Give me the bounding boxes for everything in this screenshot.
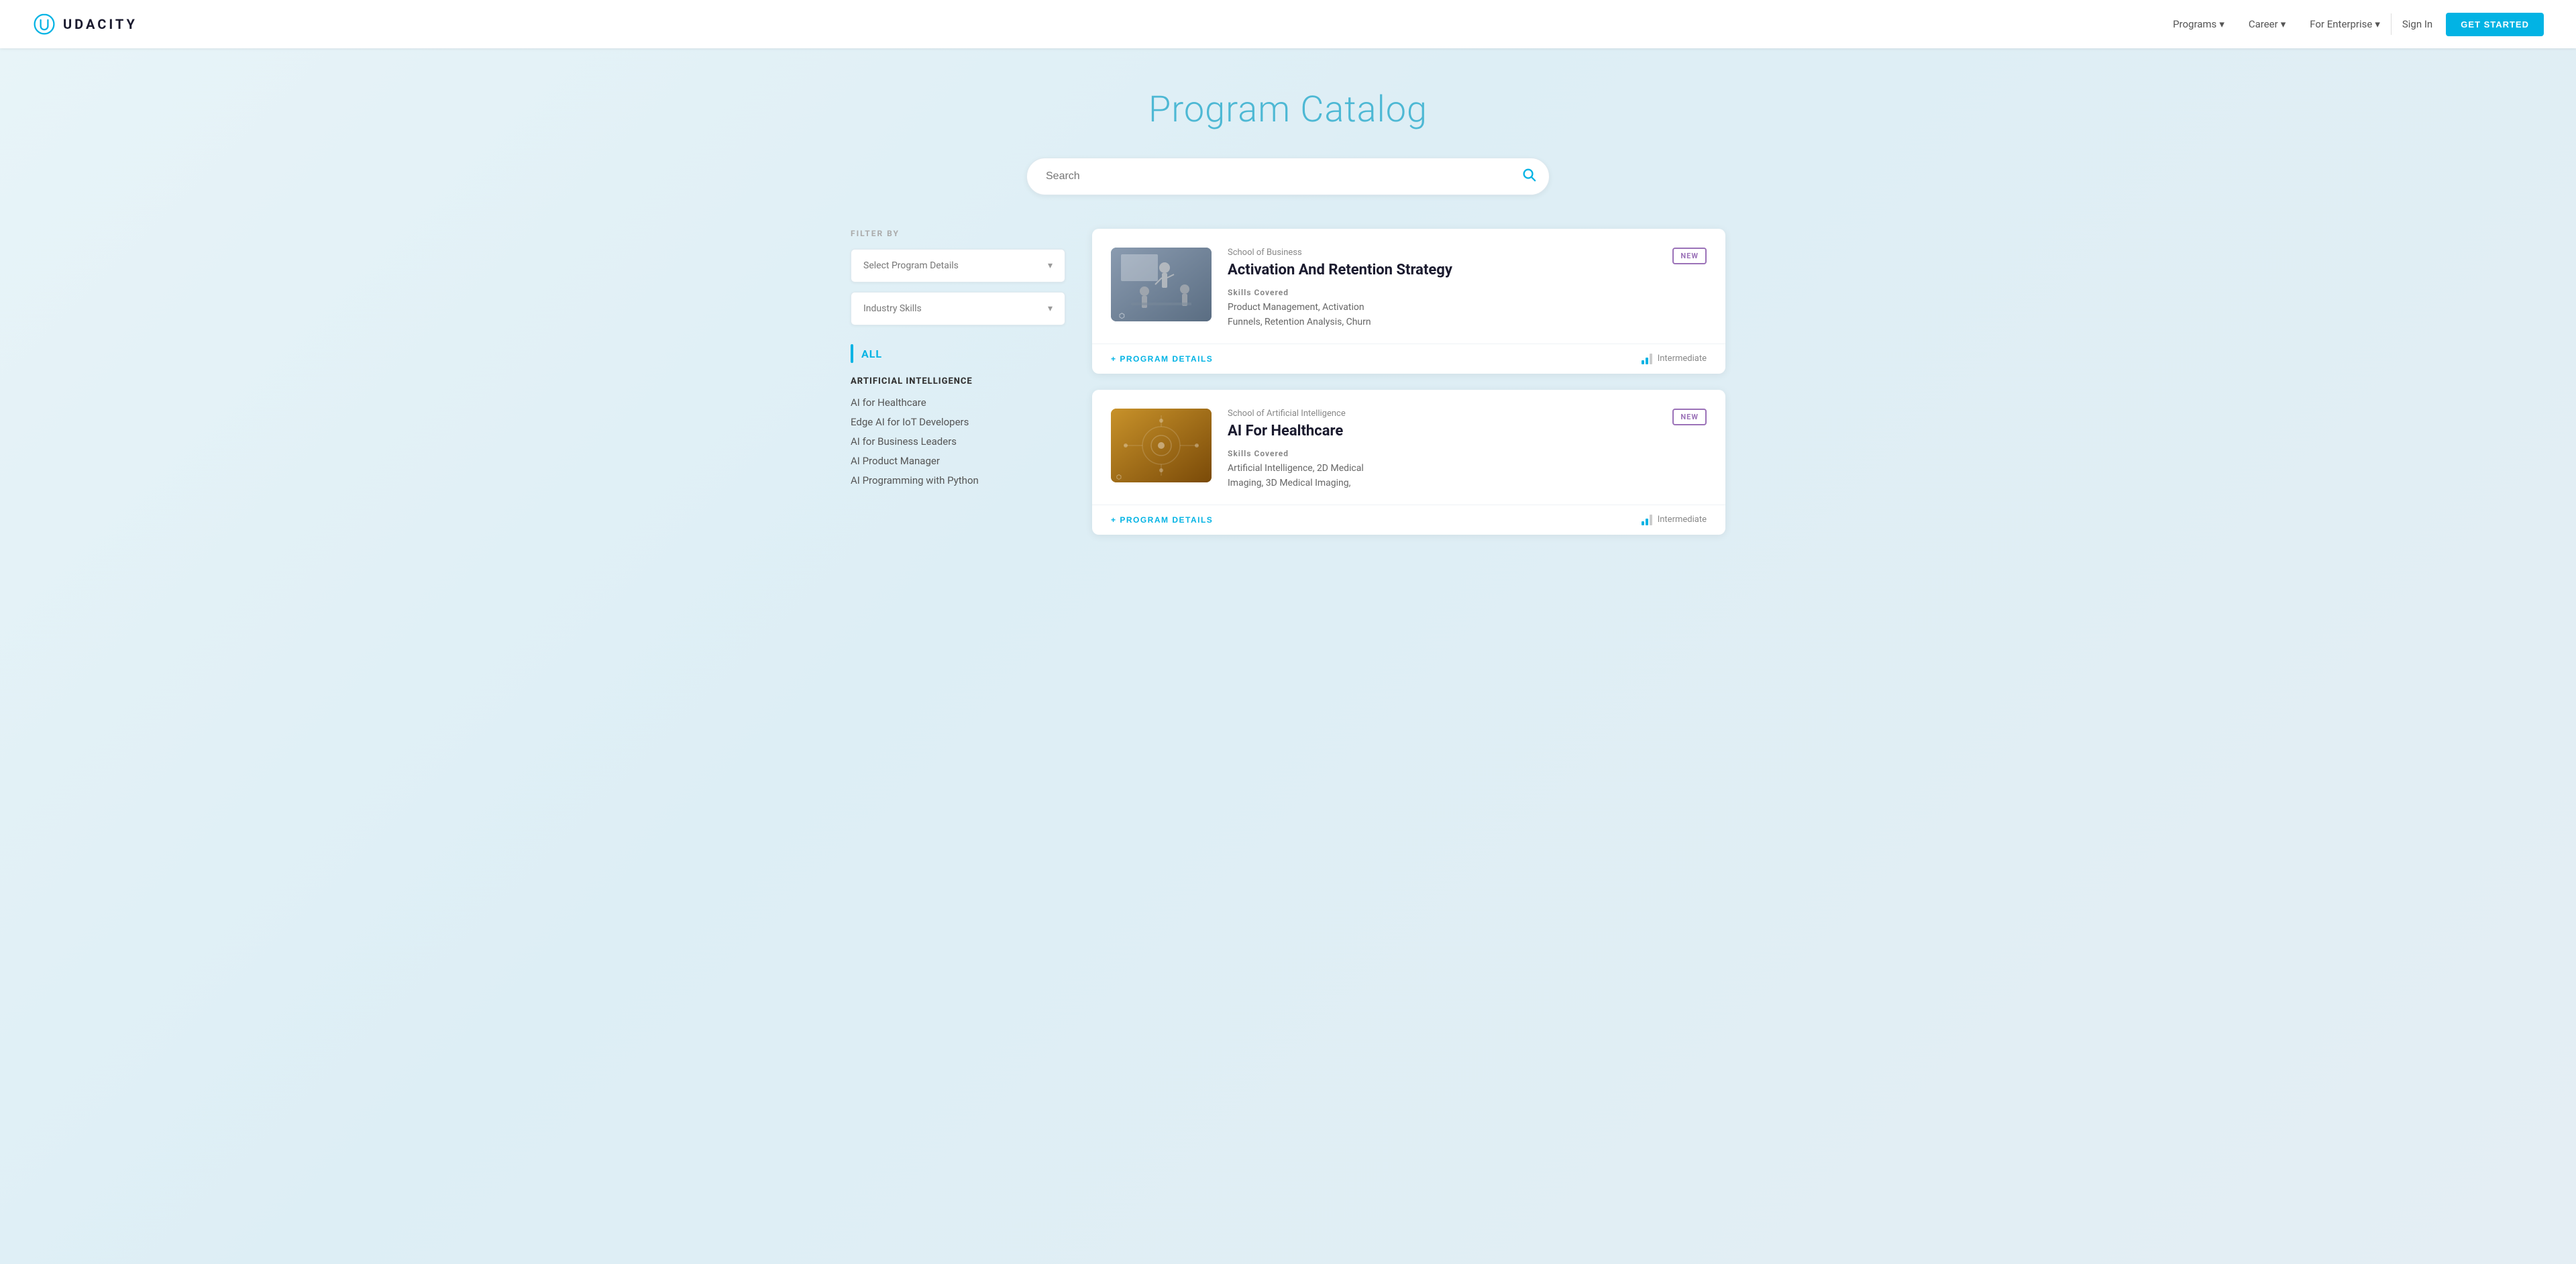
chevron-down-icon: ▾ bbox=[2375, 18, 2380, 30]
level-text: Intermediate bbox=[1658, 354, 1707, 364]
card-title: Activation And Retention Strategy bbox=[1228, 262, 1656, 278]
new-badge: NEW bbox=[1672, 248, 1707, 264]
svg-text:⬡: ⬡ bbox=[1116, 474, 1122, 481]
chevron-down-icon: ▾ bbox=[1048, 260, 1053, 271]
list-item[interactable]: AI Programming with Python bbox=[851, 474, 1065, 486]
card-thumbnail: ⬡ bbox=[1111, 409, 1212, 482]
program-details-button[interactable]: + PROGRAM DETAILS bbox=[1111, 354, 1213, 364]
logo-text: UDACITY bbox=[63, 16, 138, 32]
program-details-label: Select Program Details bbox=[863, 260, 959, 271]
card-skills-text: Artificial Intelligence, 2D MedicalImagi… bbox=[1228, 461, 1656, 491]
card-title: AI For Healthcare bbox=[1228, 423, 1656, 439]
level-indicator: Intermediate bbox=[1642, 515, 1707, 525]
card-info: School of Artificial Intelligence AI For… bbox=[1228, 409, 1656, 491]
list-item[interactable]: AI Product Manager bbox=[851, 454, 1065, 467]
nav-divider bbox=[2391, 13, 2392, 35]
card-info: School of Business Activation And Retent… bbox=[1228, 248, 1656, 330]
program-details-dropdown[interactable]: Select Program Details ▾ bbox=[851, 249, 1065, 282]
bar-1 bbox=[1642, 360, 1644, 364]
search-button[interactable] bbox=[1521, 167, 1536, 186]
nav-item-programs[interactable]: Programs ▾ bbox=[2173, 18, 2224, 30]
list-item[interactable]: AI for Healthcare bbox=[851, 396, 1065, 409]
category-artificial-intelligence: ARTIFICIAL INTELLIGENCE AI for Healthcar… bbox=[851, 376, 1065, 486]
nav-item-enterprise[interactable]: For Enterprise ▾ bbox=[2310, 18, 2380, 30]
level-indicator: Intermediate bbox=[1642, 354, 1707, 364]
navbar: UDACITY Programs ▾ Career ▾ For Enterpri… bbox=[0, 0, 2576, 48]
catalog-layout: FILTER BY Select Program Details ▾ Indus… bbox=[851, 229, 1725, 535]
bar-1 bbox=[1642, 521, 1644, 525]
new-badge: NEW bbox=[1672, 409, 1707, 425]
thumbnail-scene-icon: ⬡ bbox=[1111, 248, 1212, 321]
bar-3 bbox=[1650, 515, 1652, 525]
search-wrapper bbox=[1026, 158, 1550, 195]
category-title: ARTIFICIAL INTELLIGENCE bbox=[851, 376, 1065, 386]
nav-item-career[interactable]: Career ▾ bbox=[2249, 18, 2286, 30]
search-icon bbox=[1521, 167, 1536, 182]
card-top: ⬡ School of Artificial Intelligence AI F… bbox=[1092, 390, 1725, 505]
bars-icon bbox=[1642, 354, 1652, 364]
catalog-card: ⬡ School of Artificial Intelligence AI F… bbox=[1092, 390, 1725, 535]
list-item[interactable]: AI for Business Leaders bbox=[851, 435, 1065, 447]
industry-skills-dropdown[interactable]: Industry Skills ▾ bbox=[851, 292, 1065, 325]
udacity-logo-icon bbox=[32, 12, 56, 36]
all-nav[interactable]: ALL bbox=[851, 344, 1065, 363]
sidebar: FILTER BY Select Program Details ▾ Indus… bbox=[851, 229, 1065, 486]
card-skills-label: Skills Covered bbox=[1228, 288, 1656, 297]
catalog-card: ⬡ School of Business Activation And Rete… bbox=[1092, 229, 1725, 374]
thumbnail-ai-icon: ⬡ bbox=[1111, 409, 1212, 482]
card-top: ⬡ School of Business Activation And Rete… bbox=[1092, 229, 1725, 344]
category-items: AI for Healthcare Edge AI for IoT Develo… bbox=[851, 396, 1065, 486]
card-skills-text: Product Management, ActivationFunnels, R… bbox=[1228, 300, 1656, 330]
industry-skills-label: Industry Skills bbox=[863, 303, 922, 314]
card-thumbnail: ⬡ bbox=[1111, 248, 1212, 321]
chevron-down-icon: ▾ bbox=[2219, 18, 2224, 30]
nav-links: Programs ▾ Career ▾ For Enterprise ▾ bbox=[2173, 18, 2380, 30]
filter-label: FILTER BY bbox=[851, 229, 1065, 238]
bar-2 bbox=[1646, 358, 1648, 364]
search-input[interactable] bbox=[1026, 158, 1550, 195]
svg-text:⬡: ⬡ bbox=[1119, 313, 1125, 320]
page-title: Program Catalog bbox=[851, 89, 1725, 131]
main-content: Program Catalog FILTER BY Select Program… bbox=[818, 48, 1758, 562]
level-text: Intermediate bbox=[1658, 515, 1707, 525]
bars-icon bbox=[1642, 515, 1652, 525]
card-school: School of Business bbox=[1228, 248, 1656, 258]
signin-link[interactable]: Sign In bbox=[2402, 18, 2432, 30]
all-nav-accent-bar bbox=[851, 344, 853, 363]
get-started-button[interactable]: GET STARTED bbox=[2446, 13, 2544, 36]
chevron-down-icon: ▾ bbox=[1048, 303, 1053, 314]
bar-3 bbox=[1650, 354, 1652, 364]
card-footer: + PROGRAM DETAILS Intermediate bbox=[1092, 344, 1725, 374]
card-skills-label: Skills Covered bbox=[1228, 449, 1656, 458]
logo-area: UDACITY bbox=[32, 12, 138, 36]
catalog-cards: ⬡ School of Business Activation And Rete… bbox=[1092, 229, 1725, 535]
bar-2 bbox=[1646, 519, 1648, 525]
program-details-button[interactable]: + PROGRAM DETAILS bbox=[1111, 515, 1213, 525]
all-nav-label: ALL bbox=[861, 348, 882, 360]
chevron-down-icon: ▾ bbox=[2281, 18, 2286, 30]
card-school: School of Artificial Intelligence bbox=[1228, 409, 1656, 419]
card-footer: + PROGRAM DETAILS Intermediate bbox=[1092, 505, 1725, 535]
list-item[interactable]: Edge AI for IoT Developers bbox=[851, 415, 1065, 428]
